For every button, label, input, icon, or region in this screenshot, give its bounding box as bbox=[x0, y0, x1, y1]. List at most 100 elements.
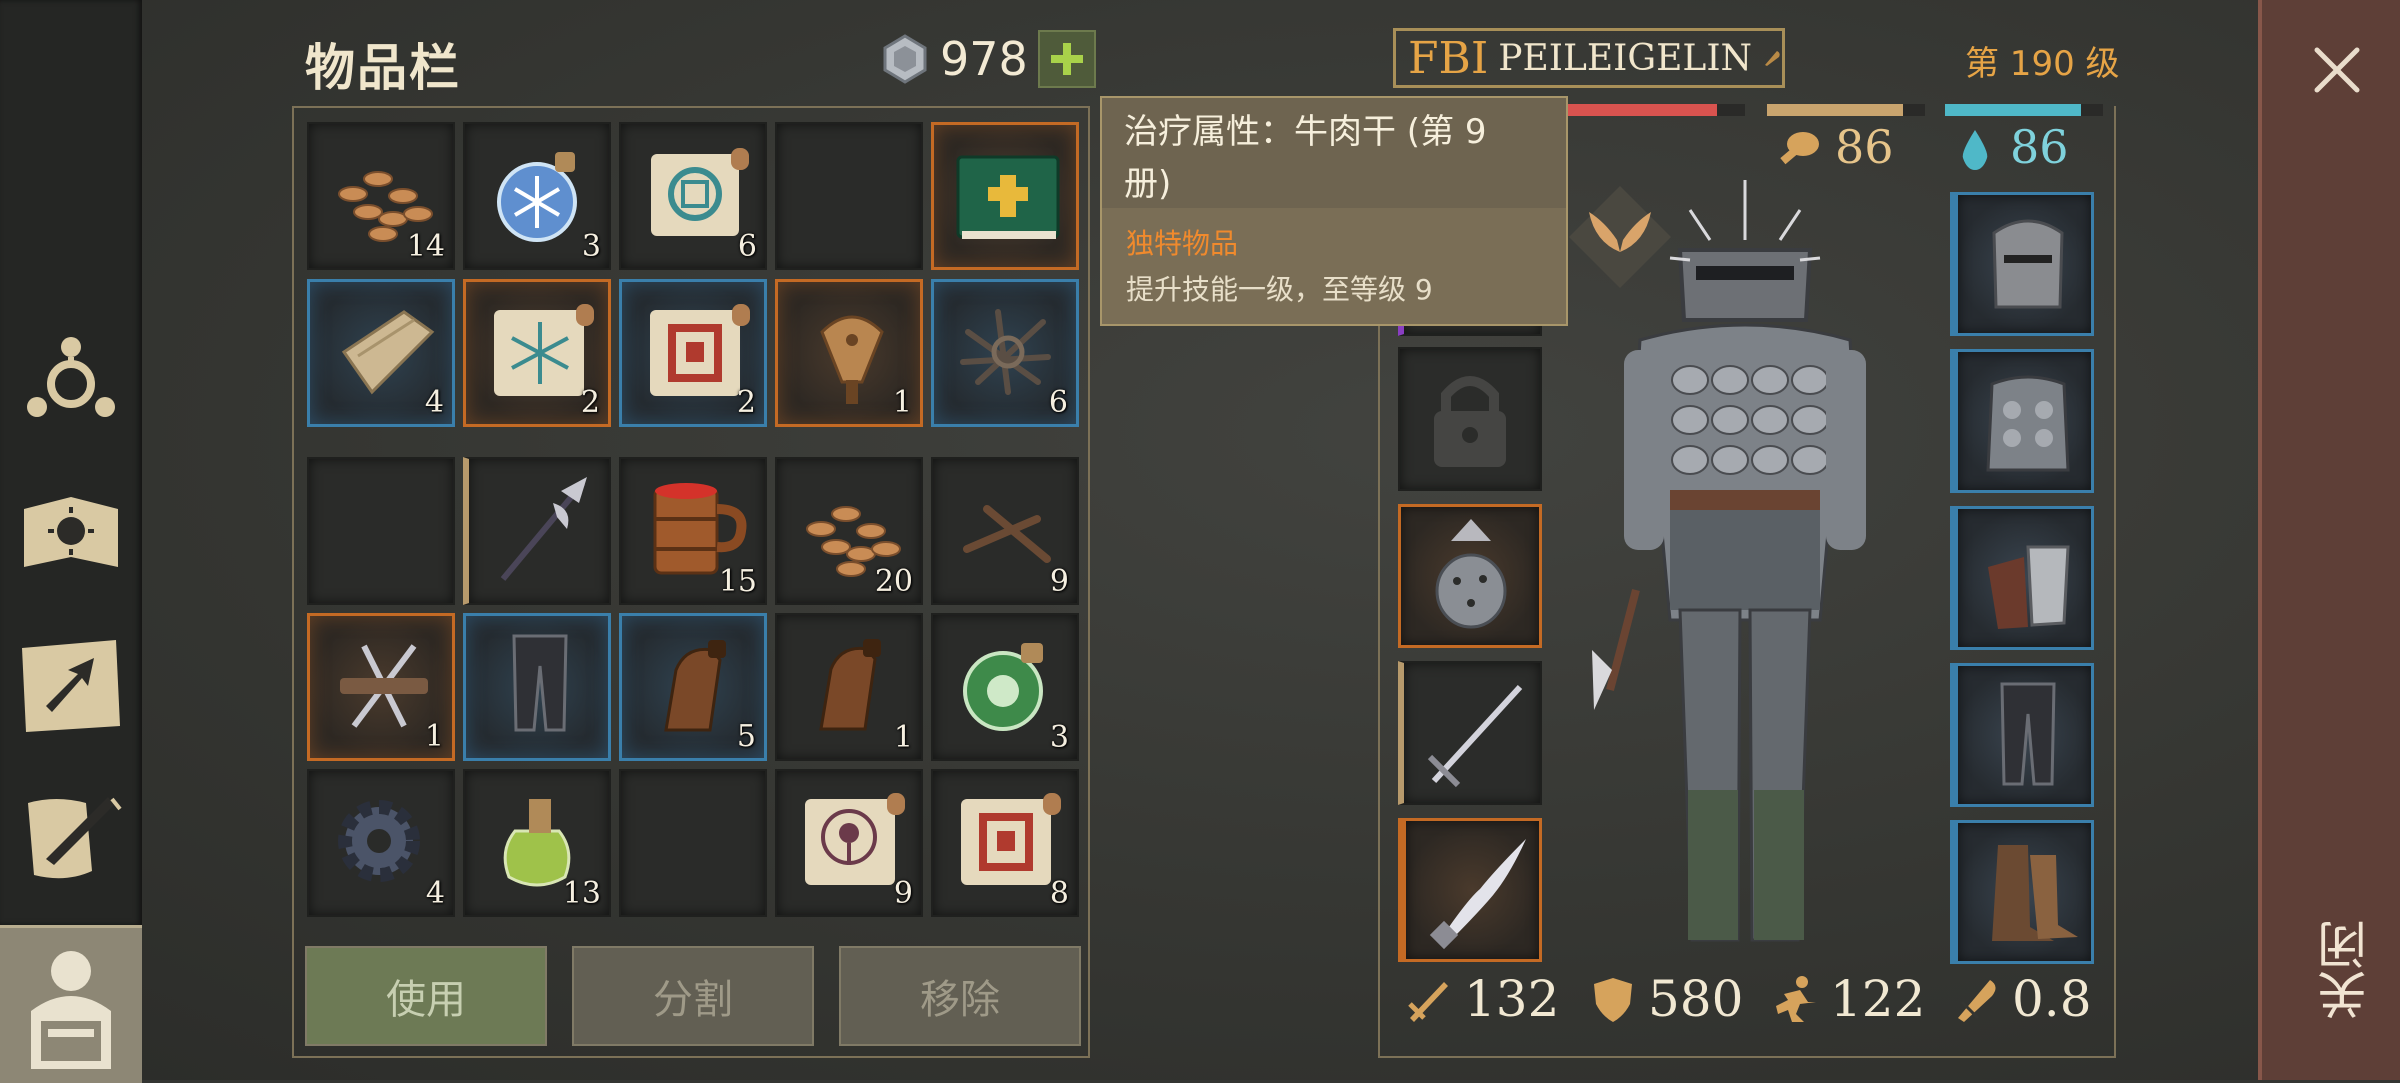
player-name: PEILEIGELIN bbox=[1498, 37, 1753, 79]
scroll-quill-icon bbox=[28, 797, 122, 879]
silver-coin-icon bbox=[883, 34, 927, 84]
curved-dagger-icon bbox=[1429, 839, 1526, 950]
inventory-slot[interactable]: 1 bbox=[307, 613, 455, 761]
inventory-slot[interactable]: 8 bbox=[931, 769, 1079, 917]
inventory-slot[interactable]: 5 bbox=[619, 613, 767, 761]
spiked-bomb-icon bbox=[1435, 519, 1507, 629]
inventory-slot[interactable]: 2 bbox=[463, 279, 611, 427]
inventory-slot[interactable]: 20 bbox=[775, 457, 923, 605]
chest-armor-icon bbox=[1986, 375, 2070, 472]
inventory-slot-empty[interactable] bbox=[775, 122, 923, 270]
tooltip-description: 提升技能一级，至等级 9 bbox=[1126, 273, 1433, 306]
inventory-slot[interactable]: 6 bbox=[619, 122, 767, 270]
inventory-slot[interactable]: 13 bbox=[463, 769, 611, 917]
equip-slot-chest[interactable] bbox=[1950, 349, 2094, 493]
quill-icon bbox=[1765, 51, 1780, 66]
speed-stat: 122 bbox=[1770, 970, 1925, 1028]
sword-icon bbox=[1427, 684, 1523, 788]
player-name-box[interactable]: FBI PEILEIGELIN bbox=[1393, 28, 1785, 88]
inventory-slot[interactable]: 2 bbox=[619, 279, 767, 427]
inventory-slot[interactable]: 6 bbox=[931, 279, 1079, 427]
equip-slot-gloves[interactable] bbox=[1950, 506, 2094, 650]
attack-stat: 132 bbox=[1404, 970, 1559, 1028]
nav-skills-button[interactable] bbox=[12, 320, 130, 438]
armor-stat: 580 bbox=[1588, 970, 1743, 1028]
equip-slot-helmet[interactable] bbox=[1950, 192, 2094, 336]
inventory-slot[interactable] bbox=[463, 613, 611, 761]
boots-icon bbox=[1992, 845, 2078, 941]
inventory-slot[interactable]: 3 bbox=[931, 613, 1079, 761]
equip-slot-trinket[interactable] bbox=[1398, 504, 1542, 648]
item-count: 6 bbox=[737, 229, 757, 264]
inventory-slot[interactable]: 9 bbox=[931, 457, 1079, 605]
nav-map-button[interactable] bbox=[12, 625, 130, 743]
item-count: 3 bbox=[581, 229, 601, 264]
nav-character-button[interactable] bbox=[0, 925, 142, 1083]
close-icon[interactable] bbox=[2307, 40, 2367, 100]
attack-value: 132 bbox=[1464, 970, 1560, 1028]
item-count: 13 bbox=[562, 876, 601, 911]
character-model bbox=[1592, 180, 1866, 942]
inventory-slot[interactable]: 14 bbox=[307, 122, 455, 270]
item-count: 4 bbox=[425, 876, 445, 911]
inventory-slot[interactable]: 15 bbox=[619, 457, 767, 605]
item-count: 2 bbox=[580, 385, 600, 420]
item-count: 15 bbox=[718, 564, 757, 599]
currency-display: 978 bbox=[880, 30, 1096, 88]
remove-button[interactable]: 移除 bbox=[839, 946, 1081, 1046]
nav-crafting-button[interactable] bbox=[12, 780, 130, 898]
inventory-slot[interactable]: 9 bbox=[775, 769, 923, 917]
inventory-slot[interactable]: 4 bbox=[307, 769, 455, 917]
equip-slot-boots[interactable] bbox=[1950, 820, 2094, 964]
helmet-icon bbox=[1992, 219, 2064, 309]
inventory-slot[interactable]: 3 bbox=[463, 122, 611, 270]
inventory-slot-empty[interactable] bbox=[307, 457, 455, 605]
player-level: 第 190 级 bbox=[1965, 44, 2120, 84]
item-count: 1 bbox=[892, 385, 912, 420]
green-book-icon bbox=[956, 155, 1060, 239]
close-label[interactable]: 关闭 bbox=[2310, 920, 2382, 1020]
sun-book-icon bbox=[24, 497, 118, 567]
inventory-slot[interactable]: 1 bbox=[775, 279, 923, 427]
use-button[interactable]: 使用 bbox=[305, 946, 547, 1046]
item-count: 6 bbox=[1048, 385, 1068, 420]
crit-value: 0.8 bbox=[2012, 970, 2092, 1028]
nav-journal-button[interactable] bbox=[12, 470, 130, 588]
item-count: 1 bbox=[424, 719, 444, 754]
tooltip-item-type: 独特物品 bbox=[1126, 227, 1239, 260]
inventory-slot[interactable]: 1 bbox=[775, 613, 923, 761]
equip-slot-legs[interactable] bbox=[1950, 663, 2094, 807]
halberd-icon bbox=[500, 477, 587, 581]
plus-icon bbox=[1050, 43, 1083, 75]
add-currency-button[interactable] bbox=[1037, 30, 1096, 88]
item-count: 2 bbox=[736, 385, 756, 420]
inventory-title: 物品栏 bbox=[305, 39, 461, 97]
inventory-slot-empty[interactable] bbox=[619, 769, 767, 917]
item-tooltip: 治疗属性：牛肉干 (第 9 册) 独特物品 提升技能一级，至等级 9 bbox=[1100, 96, 1568, 326]
inventory-slot[interactable]: 4 bbox=[307, 279, 455, 427]
inventory-slot[interactable] bbox=[463, 457, 611, 605]
equip-slot-weapon-main[interactable] bbox=[1398, 661, 1542, 805]
item-count: 9 bbox=[893, 876, 913, 911]
crit-stat: 0.8 bbox=[1952, 970, 2092, 1028]
clan-tag: FBI bbox=[1408, 32, 1489, 84]
close-panel[interactable]: 关闭 bbox=[2258, 0, 2400, 1080]
item-count: 20 bbox=[874, 564, 913, 599]
gauntlets-icon bbox=[1988, 545, 2070, 629]
tooltip-body: 独特物品 提升技能一级，至等级 9 bbox=[1102, 208, 1566, 324]
inventory-slot[interactable] bbox=[931, 122, 1079, 270]
split-button[interactable]: 分割 bbox=[572, 946, 814, 1046]
attack-icon bbox=[1408, 982, 1448, 1022]
left-navigation bbox=[0, 0, 142, 925]
running-icon bbox=[1776, 976, 1816, 1022]
equip-slot-locked[interactable] bbox=[1398, 347, 1542, 491]
speed-value: 122 bbox=[1830, 970, 1926, 1028]
character-backpack-icon bbox=[31, 950, 111, 1069]
equip-slot-weapon-off[interactable] bbox=[1398, 818, 1542, 962]
item-count: 8 bbox=[1049, 876, 1069, 911]
item-count: 9 bbox=[1049, 564, 1069, 599]
leg-armor-icon bbox=[2000, 682, 2056, 786]
armor-value: 580 bbox=[1648, 970, 1744, 1028]
item-count: 3 bbox=[1049, 720, 1069, 755]
map-arrow-icon bbox=[22, 640, 120, 732]
